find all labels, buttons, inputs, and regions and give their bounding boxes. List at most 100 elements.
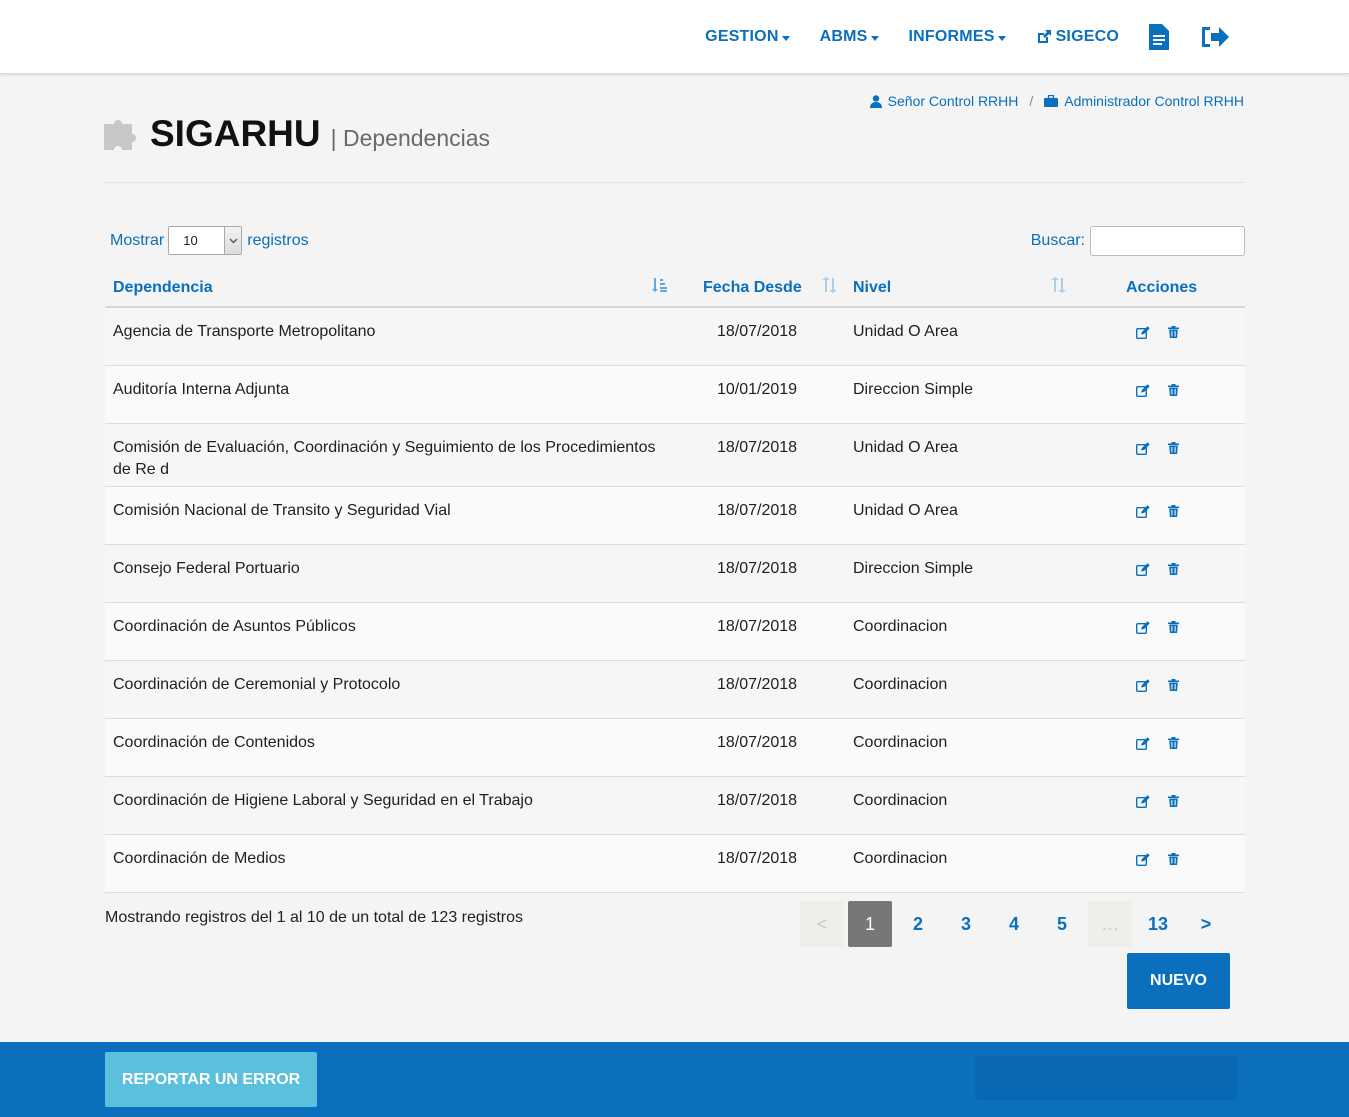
cell-nivel: Direccion Simple [853,381,974,398]
puzzle-icon [104,116,140,150]
col-header-acciones: Acciones [1126,279,1198,296]
nuevo-button[interactable]: NUEVO [1127,953,1230,1009]
row-actions [1136,384,1179,397]
nav-gestion-label: GESTION [705,28,779,45]
col-header-fecha-desde[interactable]: Fecha Desde [703,279,802,297]
pagination-page-1[interactable]: 1 [848,901,892,947]
trash-icon[interactable] [1168,679,1179,692]
page-footer: REPORTAR UN ERROR [0,1042,1349,1117]
top-navbar: GESTION ABMS INFORMES SIGECO [0,0,1349,74]
row-actions [1136,442,1179,455]
pagination-next[interactable]: > [1184,901,1228,947]
report-error-button[interactable]: REPORTAR UN ERROR [105,1052,317,1107]
logout-icon[interactable] [1199,25,1229,49]
edit-icon[interactable] [1136,505,1150,518]
cell-dependencia: Coordinación de Ceremonial y Protocolo [113,676,401,693]
trash-icon[interactable] [1168,442,1179,455]
row-actions [1136,563,1179,576]
show-label: Mostrar [110,231,165,249]
pagination-page-3[interactable]: 3 [944,901,988,947]
pagination-page-5[interactable]: 5 [1040,901,1084,947]
edit-icon[interactable] [1136,563,1150,576]
cell-fecha-desde: 18/07/2018 [717,734,798,751]
cell-nivel: Unidad O Area [853,502,958,519]
nav-informes-dropdown[interactable]: INFORMES [909,28,1006,46]
document-icon[interactable] [1149,24,1169,50]
cell-fecha-desde: 18/07/2018 [717,323,798,340]
sort-icon [821,277,837,298]
col-header-nivel[interactable]: Nivel [853,279,891,297]
dependencias-table: Dependencia Fecha Desde Nivel Acciones A… [105,268,1245,893]
pagination-ellipsis: … [1088,901,1132,947]
cell-dependencia: Coordinación de Higiene Laboral y Seguri… [113,792,533,809]
nav-menu: GESTION ABMS INFORMES SIGECO [675,0,1229,74]
cell-nivel: Coordinacion [853,618,948,635]
cell-dependencia: Coordinación de Medios [113,850,286,867]
cell-fecha-desde: 18/07/2018 [717,792,798,809]
edit-icon[interactable] [1136,326,1150,339]
nav-informes-label: INFORMES [908,28,995,45]
edit-icon[interactable] [1136,679,1150,692]
nav-abms-label: ABMS [819,28,868,45]
cell-fecha-desde: 18/07/2018 [717,850,798,867]
cell-fecha-desde: 18/07/2018 [717,618,798,635]
caret-down-icon [997,35,1006,41]
trash-icon[interactable] [1168,505,1179,518]
table-row: Auditoría Interna Adjunta 10/01/2019 Direc… [105,366,1245,424]
table-row: Comisión de Evaluación, Coordinación y S… [105,424,1245,487]
pagination-page-4[interactable]: 4 [992,901,1036,947]
user-name[interactable]: Señor Control RRHH [888,93,1019,109]
nav-sigeco-link[interactable]: SIGECO [1036,28,1119,46]
user-info: Señor Control RRHH / Administrador Contr… [869,93,1244,109]
trash-icon[interactable] [1168,737,1179,750]
table-row: Coordinación de Asuntos Públicos 18/07/20… [105,603,1245,661]
pagination-page-last[interactable]: 13 [1136,901,1180,947]
trash-icon[interactable] [1168,326,1179,339]
cell-nivel: Coordinacion [853,676,948,693]
pagination-page-2[interactable]: 2 [896,901,940,947]
cell-dependencia: Auditoría Interna Adjunta [113,381,290,398]
sort-asc-icon [651,277,667,298]
trash-icon[interactable] [1168,384,1179,397]
table-body: Agencia de Transporte Metropolitano 18/07… [105,308,1245,893]
edit-icon[interactable] [1136,737,1150,750]
page-length-select[interactable]: 10 [168,226,243,255]
table-row: Coordinación de Ceremonial y Protocolo 18… [105,661,1245,719]
trash-icon[interactable] [1168,563,1179,576]
cell-dependencia: Consejo Federal Portuario [113,560,300,577]
edit-icon[interactable] [1136,384,1150,397]
table-row: Coordinación de Higiene Laboral y Seguri… [105,777,1245,835]
trash-icon[interactable] [1168,853,1179,866]
nav-gestion-dropdown[interactable]: GESTION [705,28,790,46]
row-actions [1136,679,1179,692]
page-length-value: 10 [183,233,198,248]
nav-abms-dropdown[interactable]: ABMS [820,28,879,46]
search-control: Buscar: [1031,226,1245,256]
cell-fecha-desde: 18/07/2018 [717,676,798,693]
trash-icon[interactable] [1168,795,1179,808]
edit-icon[interactable] [1136,853,1150,866]
external-link-icon [1036,29,1052,45]
search-input[interactable] [1090,226,1245,256]
cell-dependencia: Coordinación de Contenidos [113,734,315,751]
table-row: Coordinación de Medios 18/07/2018 Coordina… [105,835,1245,893]
edit-icon[interactable] [1136,795,1150,808]
page-length-control: Mostrar 10 registros [110,226,309,255]
row-actions [1136,621,1179,634]
user-role[interactable]: Administrador Control RRHH [1064,93,1244,109]
pagination: < 1 2 3 4 5 … 13 > [800,901,1232,947]
cell-fecha-desde: 18/07/2018 [717,560,798,577]
col-header-dependencia[interactable]: Dependencia [113,279,213,297]
cell-nivel: Direccion Simple [853,560,974,577]
caret-down-icon [781,35,790,41]
cell-nivel: Unidad O Area [853,439,958,456]
pagination-prev[interactable]: < [800,901,844,947]
cell-fecha-desde: 10/01/2019 [717,381,798,398]
edit-icon[interactable] [1136,442,1150,455]
row-actions [1136,505,1179,518]
cell-nivel: Coordinacion [853,734,948,751]
row-actions [1136,795,1179,808]
trash-icon[interactable] [1168,621,1179,634]
edit-icon[interactable] [1136,621,1150,634]
cell-nivel: Coordinacion [853,850,948,867]
